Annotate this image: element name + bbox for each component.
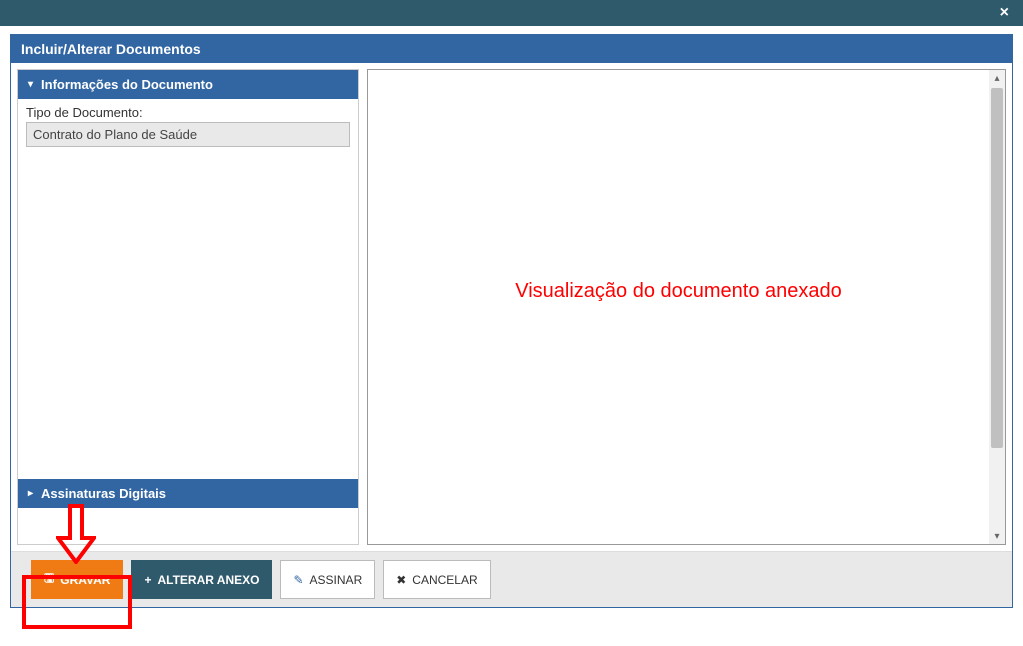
cancel-button-label: CANCELAR — [412, 573, 477, 587]
save-button-label: GRAVAR — [60, 573, 110, 587]
cancel-icon: ✖ — [396, 573, 406, 587]
signatures-section-header[interactable]: ▸ Assinaturas Digitais — [18, 479, 358, 508]
signatures-spacer — [18, 508, 358, 544]
cancel-button[interactable]: ✖ CANCELAR — [383, 560, 490, 599]
scroll-up-icon[interactable]: ▴ — [989, 70, 1005, 86]
outer-header-bar: × — [0, 0, 1023, 26]
pencil-icon: ✎ — [293, 573, 303, 587]
plus-icon: + — [144, 573, 151, 587]
modal-body: ▾ Informações do Documento Tipo de Docum… — [11, 63, 1012, 551]
save-icon: 🖫 — [44, 569, 54, 590]
info-section-spacer — [18, 153, 358, 479]
preview-placeholder-text: Visualização do documento anexado — [515, 280, 842, 303]
modal-window: Incluir/Alterar Documentos ▾ Informações… — [10, 34, 1013, 608]
info-section-title: Informações do Documento — [41, 77, 213, 92]
sign-button[interactable]: ✎ ASSINAR — [280, 560, 375, 599]
document-preview-area: Visualização do documento anexado — [368, 70, 989, 544]
scroll-thumb[interactable] — [991, 88, 1003, 448]
info-section-header[interactable]: ▾ Informações do Documento — [18, 70, 358, 99]
change-attachment-label: ALTERAR ANEXO — [157, 573, 259, 587]
change-attachment-button[interactable]: + ALTERAR ANEXO — [131, 560, 272, 599]
doc-type-label: Tipo de Documento: — [26, 105, 350, 120]
left-panel: ▾ Informações do Documento Tipo de Docum… — [17, 69, 359, 545]
sign-button-label: ASSINAR — [310, 573, 363, 587]
doc-type-field[interactable] — [26, 122, 350, 147]
preview-scrollbar[interactable]: ▴ ▾ — [989, 70, 1005, 544]
close-icon[interactable]: × — [1000, 4, 1009, 22]
scroll-down-icon[interactable]: ▾ — [989, 528, 1005, 544]
chevron-right-icon: ▸ — [28, 488, 33, 499]
save-button[interactable]: 🖫 GRAVAR — [31, 560, 123, 599]
info-section-body: Tipo de Documento: — [18, 99, 358, 153]
action-bar: 🖫 GRAVAR + ALTERAR ANEXO ✎ ASSINAR ✖ CAN… — [11, 551, 1012, 607]
preview-panel: Visualização do documento anexado ▴ ▾ — [367, 69, 1006, 545]
chevron-down-icon: ▾ — [28, 79, 33, 90]
modal-title: Incluir/Alterar Documentos — [11, 35, 1012, 63]
signatures-section-title: Assinaturas Digitais — [41, 486, 166, 501]
